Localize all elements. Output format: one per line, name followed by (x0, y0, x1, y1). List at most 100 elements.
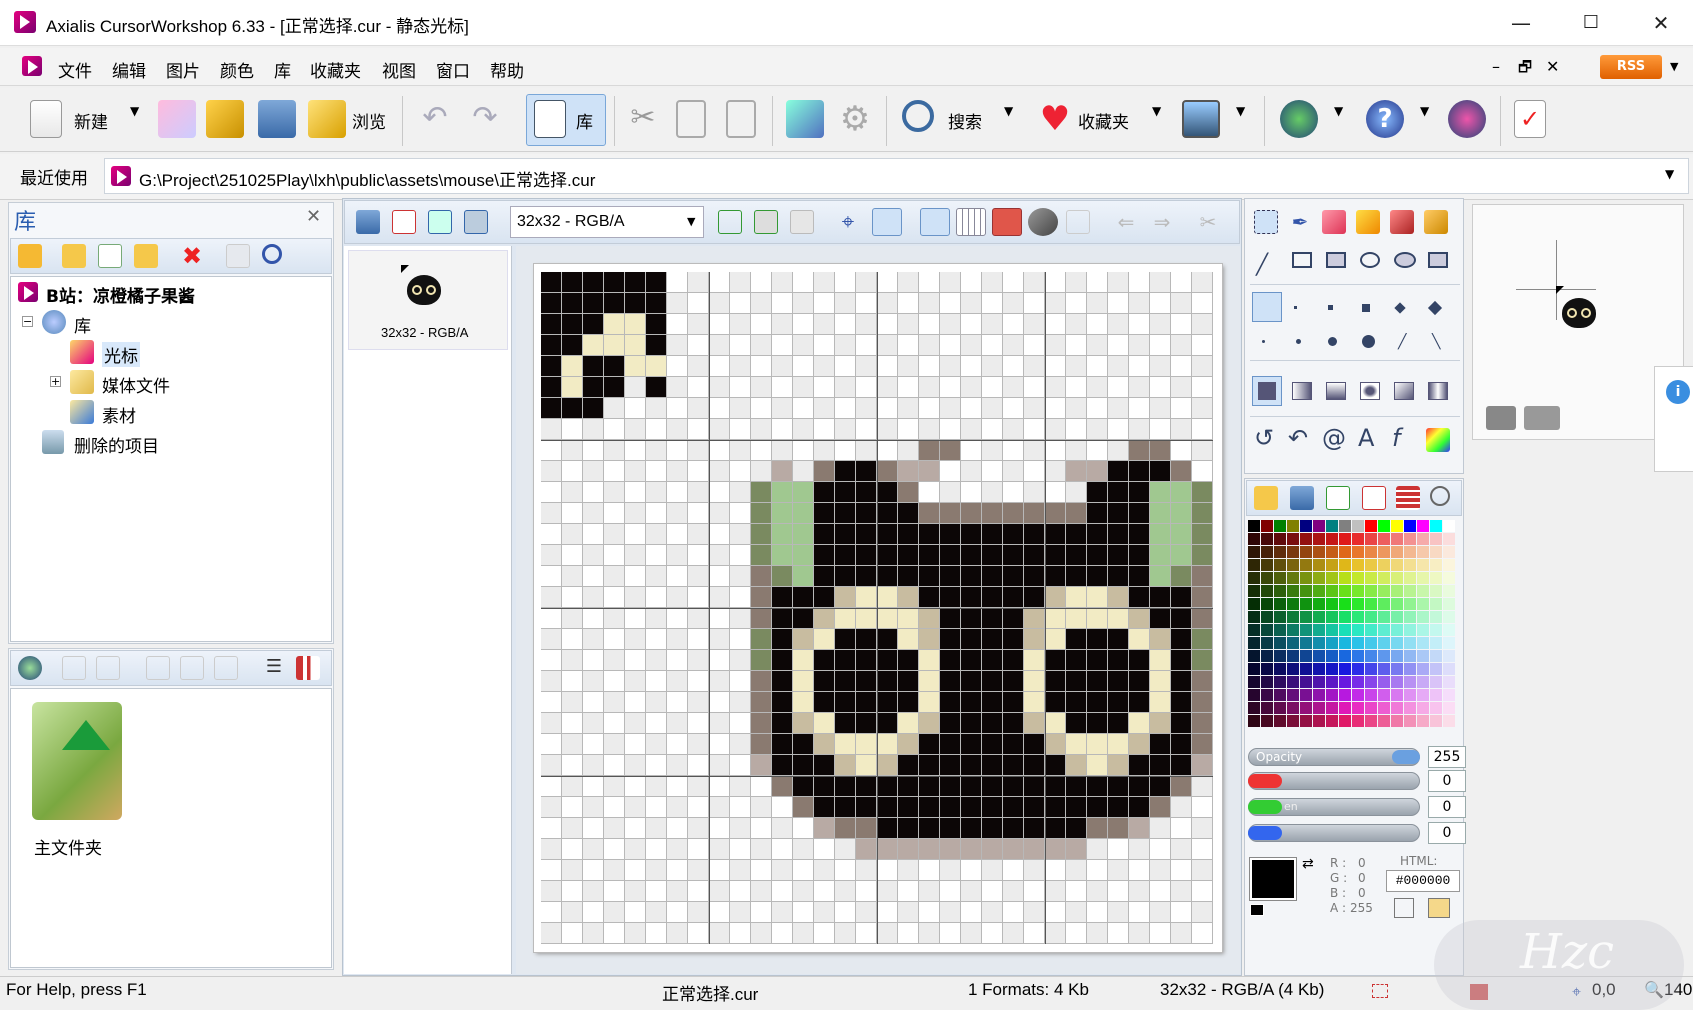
menu-color[interactable]: 颜色 (220, 57, 254, 82)
ellipse-tool-icon[interactable] (1360, 252, 1380, 268)
green-value[interactable]: 0 (1428, 796, 1466, 818)
pen-round-2[interactable] (1296, 339, 1301, 344)
new-formats-icon[interactable] (428, 210, 452, 234)
palette-menu-icon[interactable] (1430, 486, 1450, 506)
fill-mirror-option[interactable] (1428, 382, 1448, 400)
format-thumbnail[interactable]: 32x32 - RGB/A (348, 250, 508, 350)
crop-icon[interactable]: ✂ (1196, 210, 1220, 234)
import-icon[interactable] (134, 244, 158, 268)
open-palette-icon[interactable] (1254, 486, 1278, 510)
preview-toggle-icon[interactable] (920, 208, 950, 236)
menu-edit[interactable]: 编辑 (112, 57, 146, 82)
pen-round-1[interactable] (1262, 340, 1265, 343)
add-format-icon[interactable] (718, 210, 742, 234)
tree-root-label[interactable]: B站：凉橙橘子果酱 (46, 282, 195, 307)
format-select[interactable]: 32x32 - RGB/A ▼ (510, 206, 704, 238)
browse-label[interactable]: 浏览 (352, 108, 386, 133)
blue-thumb[interactable] (1248, 826, 1282, 840)
web-globe-icon[interactable] (1280, 100, 1318, 138)
library-close-button[interactable]: ✕ (306, 206, 321, 227)
reset-colors-icon[interactable] (1250, 904, 1264, 916)
generate-formats-icon[interactable] (464, 210, 488, 234)
fill-solid-option[interactable] (1252, 376, 1282, 406)
menu-window[interactable]: 窗口 (436, 57, 470, 82)
lasso-tool-icon[interactable]: ↺ (1254, 424, 1274, 452)
capture-dropdown-icon[interactable]: ▼ (1236, 104, 1245, 118)
format-dropdown-icon[interactable]: ▼ (687, 215, 695, 228)
favorites-label[interactable]: 收藏夹 (1078, 108, 1129, 133)
paste-color-icon[interactable] (1428, 898, 1450, 918)
add-item-icon[interactable] (98, 244, 122, 268)
pen-size-4[interactable] (1362, 304, 1370, 312)
eraser-icon[interactable] (1322, 210, 1346, 234)
html-color-field[interactable]: #000000 (1386, 870, 1460, 892)
rss-button[interactable]: RSS (1600, 55, 1662, 79)
text-tool-icon[interactable]: A (1358, 424, 1374, 452)
close-button[interactable]: ✕ (1646, 8, 1676, 38)
filled-ellipse-tool-icon[interactable] (1394, 252, 1416, 268)
red-thumb[interactable] (1248, 774, 1282, 788)
brush-icon[interactable] (1390, 210, 1414, 234)
mdi-restore-button[interactable]: 🗗 (1518, 57, 1532, 82)
effects-tool-icon[interactable]: f (1392, 424, 1400, 452)
screen-capture-icon[interactable] (1182, 100, 1220, 138)
pen-size-1[interactable] (1252, 292, 1282, 322)
redo-icon[interactable]: ↷ (466, 100, 504, 138)
opacity-value[interactable]: 255 (1428, 746, 1466, 768)
sort-icon[interactable]: ☰ (262, 656, 286, 680)
delete-icon[interactable]: ✖ (180, 244, 204, 268)
grid-toggle-icon[interactable] (956, 208, 986, 236)
web-library-icon[interactable] (18, 656, 42, 680)
pen-slash-1[interactable]: ╱ (1398, 334, 1406, 350)
add-color-icon[interactable] (1326, 486, 1350, 510)
library-label[interactable]: 库 (576, 108, 593, 133)
blue-value[interactable]: 0 (1428, 822, 1466, 844)
undo-icon[interactable]: ↶ (416, 100, 454, 138)
expand-toggle-icon[interactable]: + (50, 376, 61, 387)
new-label[interactable]: 新建 (74, 108, 108, 133)
menu-view[interactable]: 视图 (382, 57, 416, 82)
frame-tool-icon[interactable] (1428, 252, 1448, 268)
tree-library-label[interactable]: 库 (74, 312, 91, 337)
copy-item-icon[interactable] (62, 656, 86, 680)
back-icon[interactable]: ⇐ (1114, 210, 1138, 234)
tree-deleted-label[interactable]: 删除的项目 (74, 432, 159, 457)
cut-icon[interactable]: ✂ (624, 100, 662, 138)
fill-linear-option[interactable] (1292, 382, 1312, 400)
folder-up-icon[interactable] (18, 244, 42, 268)
check-icon[interactable]: ✓ (1514, 100, 1546, 138)
tree-media-label[interactable]: 媒体文件 (102, 372, 170, 397)
properties-icon[interactable] (226, 244, 250, 268)
pen-slash-2[interactable]: ╲ (1432, 334, 1440, 350)
favorites-heart-icon[interactable]: ♥ (1036, 100, 1074, 138)
info-icon[interactable]: i (1666, 380, 1690, 404)
pen-size-3[interactable] (1328, 305, 1333, 310)
hotspot-icon[interactable]: ⌖ (836, 210, 860, 235)
view-mode-icon[interactable] (296, 656, 320, 680)
paste-icon[interactable] (726, 100, 756, 138)
forward-icon[interactable]: ⇒ (1150, 210, 1174, 234)
mdi-minimize-button[interactable]: – (1492, 57, 1500, 76)
save-format-icon[interactable] (356, 210, 380, 234)
swap-colors-icon[interactable]: ⇄ (1302, 856, 1314, 872)
help-dropdown-icon[interactable]: ▼ (1420, 104, 1429, 118)
favorites-dropdown-icon[interactable]: ▼ (1152, 104, 1161, 118)
find-icon[interactable] (262, 244, 282, 264)
pencil-icon[interactable] (1356, 210, 1380, 234)
add-to-library-icon[interactable] (146, 656, 170, 680)
register-icon[interactable] (1448, 100, 1486, 138)
browse-icon[interactable] (308, 100, 346, 138)
mdi-close-button[interactable]: ✕ (1546, 57, 1559, 76)
tree-assets-label[interactable]: 素材 (102, 402, 136, 427)
library-icon[interactable] (534, 100, 566, 138)
search-label[interactable]: 搜索 (948, 108, 982, 133)
color-replace-icon[interactable] (1426, 428, 1450, 452)
new-file-icon[interactable] (30, 100, 62, 138)
palette-list-icon[interactable] (1396, 486, 1420, 510)
image-properties-icon[interactable] (786, 100, 824, 138)
search-dropdown-icon[interactable]: ▼ (1004, 104, 1013, 118)
doc-icon[interactable] (22, 56, 42, 76)
transparency-icon[interactable] (992, 208, 1022, 236)
rss-dropdown-icon[interactable]: ▼ (1670, 60, 1678, 73)
paste-item-icon[interactable] (96, 656, 120, 680)
